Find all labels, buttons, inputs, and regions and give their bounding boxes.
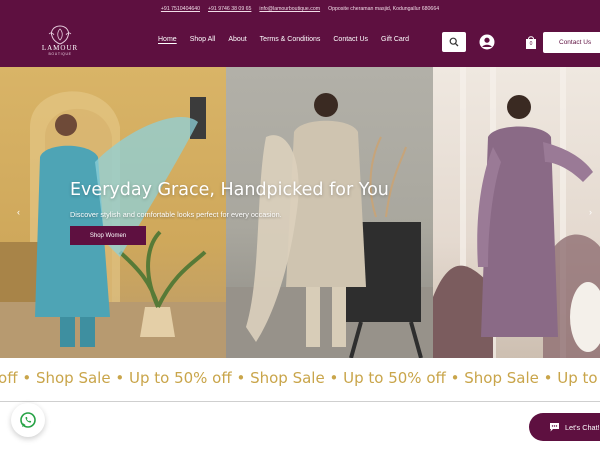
hero-subheadline: Discover stylish and comfortable looks p…: [70, 210, 282, 219]
nav-about[interactable]: About: [228, 36, 246, 43]
nav-gift-card[interactable]: Gift Card: [381, 36, 409, 43]
nav-home[interactable]: Home: [158, 36, 177, 43]
marquee-track: % off • Shop Sale • Up to 50% off • Shop…: [0, 369, 600, 387]
sale-marquee: % off • Shop Sale • Up to 50% off • Shop…: [0, 358, 600, 402]
search-icon: [449, 37, 459, 47]
marquee-item: Up to 50% off: [128, 369, 232, 387]
whatsapp-button[interactable]: [11, 403, 45, 437]
phone-link-2[interactable]: +91 9746 38 09 65: [208, 6, 251, 12]
marquee-item: Up to 50% off: [343, 369, 446, 387]
nav-terms[interactable]: Terms & Conditions: [260, 36, 321, 43]
section-divider: [0, 401, 600, 402]
account-button[interactable]: [479, 34, 495, 50]
marquee-item: Shop Sale: [35, 369, 111, 387]
slider-next-arrow[interactable]: ›: [589, 207, 592, 217]
slider-prev-arrow[interactable]: ‹: [17, 207, 20, 217]
search-button[interactable]: [442, 32, 466, 52]
marquee-item: Shop Sale: [464, 369, 539, 387]
top-info-bar: +91 7510404640 +91 9746 38 09 65 info@la…: [0, 0, 600, 18]
store-address: Opposite cheraman masjid, Kodungallur 68…: [328, 6, 440, 12]
contact-us-button-label: Contact Us: [559, 39, 592, 46]
contact-us-button[interactable]: Contact Us: [543, 32, 600, 53]
marquee-separator: •: [329, 369, 344, 387]
nav-shop-all[interactable]: Shop All: [190, 36, 216, 43]
phone-link-1[interactable]: +91 7510404640: [161, 6, 200, 12]
primary-nav: Home Shop All About Terms & Conditions C…: [158, 36, 409, 43]
email-link[interactable]: info@lamourboutique.com: [259, 6, 320, 12]
hero-slider: Everyday Grace, Handpicked for You Disco…: [0, 67, 600, 358]
user-icon: [479, 34, 495, 50]
whatsapp-icon: [20, 412, 36, 428]
chat-bubble-icon: [550, 423, 559, 432]
lets-chat-button[interactable]: Let's Chat!: [529, 413, 600, 441]
hero-headline: Everyday Grace, Handpicked for You: [70, 180, 389, 200]
nav-contact-us[interactable]: Contact Us: [333, 36, 368, 43]
cart-count-badge: 0: [529, 41, 533, 47]
logo-tagline: BOUTIQUE: [48, 52, 72, 56]
marquee-separator: •: [115, 369, 129, 387]
marquee-separator: •: [450, 369, 465, 387]
marquee-item: % off: [0, 369, 18, 387]
brand-logo[interactable]: LAMOUR BOUTIQUE: [36, 24, 84, 60]
marquee-separator: •: [22, 369, 36, 387]
logo-emblem-icon: [48, 25, 72, 45]
marquee-item: Shop Sale: [250, 369, 325, 387]
marquee-separator: •: [236, 369, 251, 387]
shop-women-button[interactable]: Shop Women: [70, 226, 146, 245]
marquee-item: Up to 50%: [557, 369, 600, 387]
marquee-separator: •: [543, 369, 558, 387]
hero-image-3: [433, 67, 600, 358]
logo-wordmark: LAMOUR: [41, 44, 79, 52]
lets-chat-label: Let's Chat!: [565, 422, 600, 432]
